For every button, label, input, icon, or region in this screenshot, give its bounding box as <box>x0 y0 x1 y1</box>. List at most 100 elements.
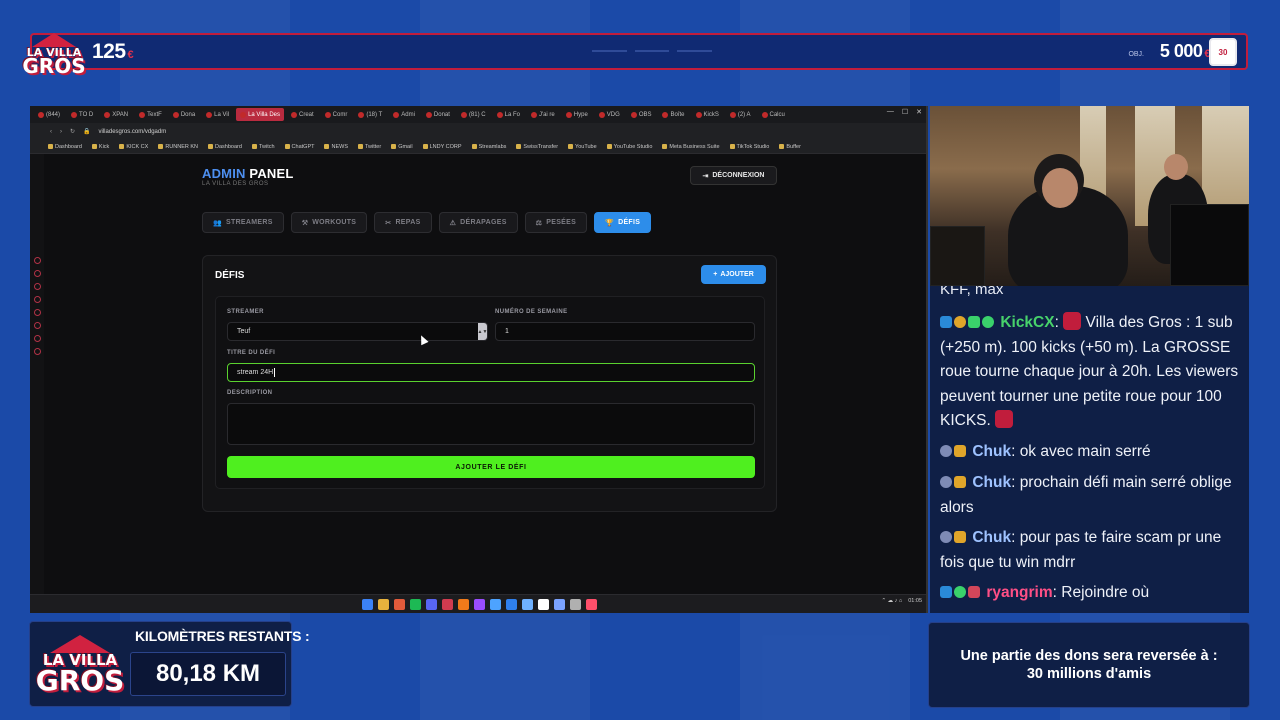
taskbar-app-icon[interactable] <box>505 598 517 610</box>
bookmark-item[interactable]: KICK CX <box>119 144 148 150</box>
bookmark-item[interactable]: LNDY CORP <box>422 144 462 150</box>
reload-icon[interactable]: ↻ <box>70 128 75 135</box>
browser-tab[interactable]: Boîte <box>658 108 688 121</box>
browser-tab[interactable]: (18) T <box>354 108 386 121</box>
bookmark-item[interactable]: Streamlabs <box>471 144 506 150</box>
nav-tab-2[interactable]: ✂ REPAS <box>374 212 432 233</box>
chat-username[interactable]: KickCX <box>1000 314 1054 331</box>
bookmark-item[interactable]: YouTube Studio <box>606 143 652 150</box>
bookmark-item[interactable]: ChatGPT <box>284 144 314 150</box>
chat-username[interactable]: Chuk <box>972 474 1011 491</box>
sidebar-app-icon[interactable] <box>33 322 41 329</box>
sidebar-app-icon[interactable] <box>33 309 41 316</box>
taskbar-app-icon[interactable] <box>457 598 469 610</box>
title-input[interactable]: stream 24H <box>227 363 755 382</box>
bookmark-item[interactable]: TikTok Studio <box>729 144 769 150</box>
bookmark-item[interactable]: SwissTransfer <box>516 144 558 150</box>
taskbar-app-icon[interactable] <box>377 598 389 610</box>
tray-icons[interactable]: ⌃ ☁ ♪ ⌂ <box>881 598 902 604</box>
sidebar-app-icon[interactable] <box>33 283 41 290</box>
submit-defi-button[interactable]: AJOUTER LE DÉFI <box>227 456 755 478</box>
favicon-icon <box>71 111 78 118</box>
close-icon[interactable]: ✕ <box>916 108 922 116</box>
taskbar-app-icon[interactable] <box>473 598 485 610</box>
bookmark-item[interactable]: Dashboard <box>208 144 242 150</box>
address-bar[interactable]: ‹ › ↻ 🔒 villadesgros.com/vdgadm <box>30 123 926 140</box>
taskbar-app-icon[interactable] <box>585 598 597 610</box>
chat-username[interactable]: Chuk <box>972 529 1011 546</box>
taskbar-app-icon[interactable] <box>441 598 453 610</box>
nav-tab-5[interactable]: 🏆 DÉFIS <box>594 212 652 233</box>
browser-tab[interactable]: Creat <box>287 108 318 121</box>
bookmark-item[interactable]: Dashboard <box>48 144 82 150</box>
chat-username[interactable]: ryangrim <box>986 584 1052 601</box>
back-icon[interactable]: ‹ <box>50 129 52 135</box>
house-roof-icon <box>32 32 76 47</box>
browser-tab[interactable]: TextF <box>135 108 166 121</box>
minimize-icon[interactable]: — <box>887 108 894 116</box>
clock[interactable]: 01:05 <box>908 598 922 604</box>
taskbar-app-icon[interactable] <box>489 598 501 610</box>
taskbar-app-icon[interactable] <box>569 598 581 610</box>
browser-tab[interactable]: Admi <box>389 108 419 121</box>
browser-tab[interactable]: Dona <box>169 108 199 121</box>
chat-username[interactable]: Chuk <box>972 443 1011 460</box>
browser-tab[interactable]: La Villa Des <box>236 108 284 121</box>
bookmark-icon <box>324 143 330 149</box>
browser-tab[interactable]: (81) C <box>457 108 490 121</box>
bookmark-item[interactable]: Buffer <box>779 144 801 150</box>
browser-tab[interactable]: J'ai re <box>527 108 559 121</box>
lock-icon: 🔒 <box>83 129 91 135</box>
browser-tab[interactable]: TO D <box>67 108 97 121</box>
taskbar-app-icon[interactable] <box>425 598 437 610</box>
browser-tab[interactable]: Calcu <box>758 108 789 121</box>
bookmark-item[interactable]: Kick <box>91 144 109 150</box>
browser-tab[interactable]: (844) <box>34 108 64 121</box>
taskbar-app-icon[interactable] <box>553 598 565 610</box>
sidebar-app-icon[interactable] <box>33 335 41 342</box>
taskbar-app-icon[interactable] <box>409 598 421 610</box>
nav-tab-4[interactable]: ⚖ PESÉES <box>524 212 588 233</box>
taskbar-app-icon[interactable] <box>361 598 373 610</box>
bookmark-item[interactable]: Meta Business Suite <box>662 144 720 150</box>
sidebar-app-icon[interactable] <box>33 257 41 264</box>
browser-tab[interactable]: La Vil <box>202 108 233 121</box>
bookmark-item[interactable]: Gmail <box>391 144 413 150</box>
forward-icon[interactable]: › <box>60 129 62 135</box>
maximize-icon[interactable]: ☐ <box>902 108 908 116</box>
bookmark-item[interactable]: Twitter <box>357 144 381 150</box>
nav-tab-1[interactable]: ⚒ WORKOUTS <box>290 212 368 233</box>
nav-tab-0[interactable]: 👥 STREAMERS <box>202 212 284 233</box>
bookmark-item[interactable]: NEWS <box>324 144 348 150</box>
bookmark-item[interactable]: Twitch <box>251 144 275 150</box>
streamer-select[interactable]: Teuf ▲▼ <box>227 322 488 341</box>
browser-tab[interactable]: KickS <box>692 108 723 121</box>
bookmark-item[interactable]: YouTube <box>568 144 597 150</box>
select-arrow-icon[interactable]: ▲▼ <box>478 323 487 340</box>
browser-tab[interactable]: La Fo <box>493 108 524 121</box>
browser-tab[interactable]: OBS <box>627 108 656 121</box>
sidebar-app-icon[interactable] <box>33 296 41 303</box>
week-input[interactable]: 1 <box>495 322 755 341</box>
browser-tab[interactable]: Comr <box>321 108 352 121</box>
taskbar-app-icon[interactable] <box>521 598 533 610</box>
taskbar-app-icon[interactable] <box>393 598 405 610</box>
logout-button[interactable]: ⇥ DÉCONNEXION <box>690 166 777 185</box>
bookmark-item[interactable]: RUNNER KN <box>158 144 198 150</box>
bookmark-icon <box>606 143 612 149</box>
nav-tab-3[interactable]: ⚠ DÉRAPAGES <box>438 212 518 233</box>
window-controls[interactable]: — ☐ ✕ <box>887 108 922 116</box>
browser-tab[interactable]: (2) A <box>726 108 755 121</box>
sidebar-app-icon[interactable] <box>33 348 41 355</box>
add-button[interactable]: + AJOUTER <box>701 265 766 284</box>
browser-tab[interactable]: Donat <box>422 108 454 121</box>
description-textarea[interactable] <box>227 403 755 445</box>
guest-head <box>1164 154 1188 180</box>
browser-tab[interactable]: Hype <box>562 108 592 121</box>
sidebar-app-icon[interactable] <box>33 270 41 277</box>
browser-tab[interactable]: XPAN <box>100 108 132 121</box>
browser-sidebar <box>30 154 44 594</box>
browser-tab[interactable]: VDG <box>595 108 624 121</box>
taskbar-app-icon[interactable] <box>537 598 549 610</box>
url-text[interactable]: villadesgros.com/vdgadm <box>99 129 167 135</box>
